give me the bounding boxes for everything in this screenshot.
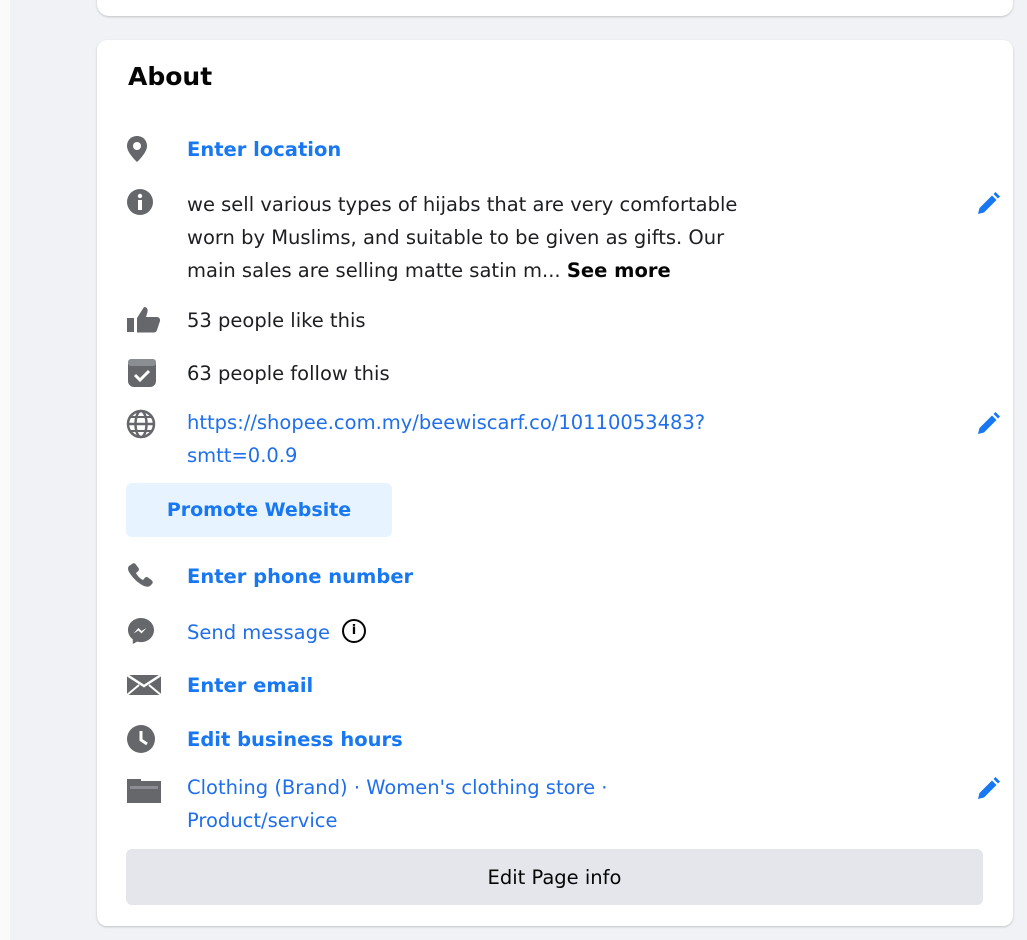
likes-row: 53 people like this bbox=[126, 304, 986, 338]
messenger-icon bbox=[126, 615, 164, 647]
follow-check-icon bbox=[126, 357, 164, 389]
edit-hours-link[interactable]: Edit business hours bbox=[187, 723, 403, 756]
website-link-line-1[interactable]: https://shopee.com.my/beewiscarf.co/1011… bbox=[187, 406, 705, 439]
send-message-text: Send message i bbox=[187, 616, 366, 649]
follows-row: 63 people follow this bbox=[126, 357, 986, 391]
category-row: Clothing (Brand) · Women's clothing stor… bbox=[126, 771, 1000, 839]
send-message-link[interactable]: Send message bbox=[187, 621, 330, 644]
location-pin-icon bbox=[126, 133, 164, 165]
globe-icon bbox=[126, 408, 164, 440]
email-row: Enter email bbox=[126, 669, 986, 703]
description-row: we sell various types of hijabs that are… bbox=[126, 186, 1000, 287]
message-row: Send message i bbox=[126, 615, 986, 651]
left-rail bbox=[0, 0, 10, 940]
edit-page-info-button[interactable]: Edit Page info bbox=[126, 849, 983, 905]
description-line-3: main sales are selling matte satin m... … bbox=[187, 254, 671, 287]
enter-phone-link[interactable]: Enter phone number bbox=[187, 560, 413, 593]
location-row: Enter location bbox=[126, 133, 986, 167]
category-folder-icon bbox=[126, 775, 164, 807]
info-circle-icon[interactable]: i bbox=[341, 618, 366, 643]
website-link-line-2[interactable]: smtt=0.0.9 bbox=[187, 439, 297, 472]
category-line-2[interactable]: Product/service bbox=[187, 804, 337, 837]
phone-icon bbox=[126, 560, 164, 592]
follows-text: 63 people follow this bbox=[187, 362, 390, 385]
description-line-1: we sell various types of hijabs that are… bbox=[187, 193, 738, 216]
description-line-3-text: main sales are selling matte satin m... bbox=[187, 259, 561, 282]
edit-website-button[interactable] bbox=[970, 406, 1006, 442]
pencil-icon bbox=[978, 412, 1000, 434]
thumbs-up-icon bbox=[126, 304, 164, 336]
promote-website-button[interactable]: Promote Website bbox=[126, 483, 392, 537]
envelope-icon bbox=[126, 669, 164, 701]
previous-card-bottom bbox=[97, 0, 1013, 16]
pencil-icon bbox=[978, 777, 1000, 799]
category-line-1[interactable]: Clothing (Brand) · Women's clothing stor… bbox=[187, 771, 608, 804]
phone-row: Enter phone number bbox=[126, 560, 986, 594]
edit-description-button[interactable] bbox=[970, 186, 1006, 222]
edit-category-button[interactable] bbox=[970, 771, 1006, 807]
likes-text: 53 people like this bbox=[187, 309, 366, 332]
about-title: About bbox=[128, 62, 213, 91]
description-line-2: worn by Muslims, and suitable to be give… bbox=[187, 226, 725, 249]
website-row: https://shopee.com.my/beewiscarf.co/1011… bbox=[126, 406, 1000, 474]
enter-location-link[interactable]: Enter location bbox=[187, 133, 341, 166]
info-icon bbox=[126, 186, 164, 218]
about-card: About Enter location we sell various typ… bbox=[97, 40, 1013, 926]
see-more-link[interactable]: See more bbox=[567, 259, 671, 282]
hours-row: Edit business hours bbox=[126, 723, 986, 757]
pencil-icon bbox=[978, 192, 1000, 214]
enter-email-link[interactable]: Enter email bbox=[187, 669, 313, 702]
clock-icon bbox=[126, 723, 164, 755]
